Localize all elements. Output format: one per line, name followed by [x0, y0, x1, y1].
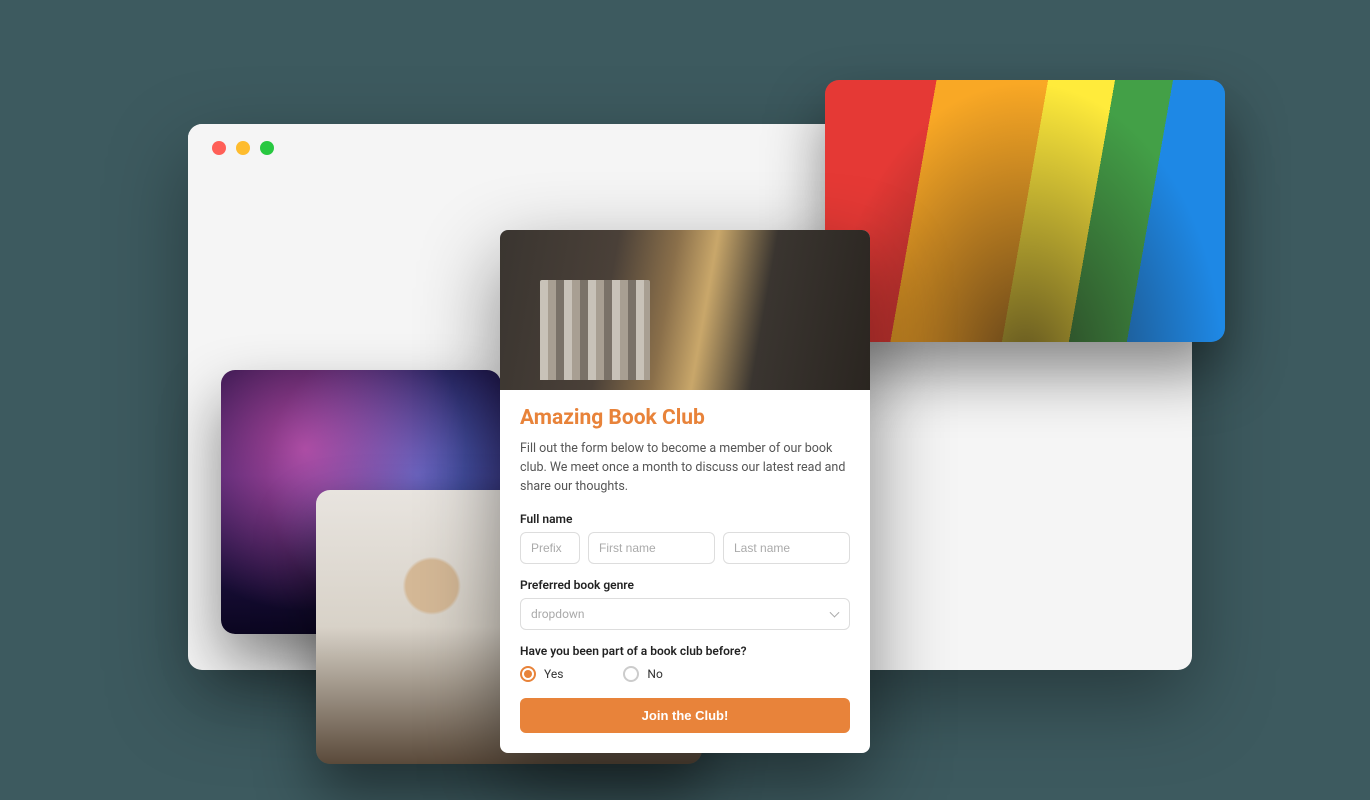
window-minimize-icon[interactable]	[236, 141, 250, 155]
window-close-icon[interactable]	[212, 141, 226, 155]
first-name-input[interactable]	[588, 532, 715, 564]
prior-club-label: Have you been part of a book club before…	[520, 644, 850, 658]
form-body: Amazing Book Club Fill out the form belo…	[500, 390, 870, 753]
fullname-label: Full name	[520, 512, 850, 526]
form-description: Fill out the form below to become a memb…	[520, 440, 850, 496]
form-title: Amazing Book Club	[520, 406, 850, 430]
genre-select-wrap: dropdown	[520, 598, 850, 630]
submit-button[interactable]: Join the Club!	[520, 698, 850, 733]
radio-no-label: No	[647, 667, 662, 681]
prefix-input[interactable]	[520, 532, 580, 564]
prior-club-radios: Yes No	[520, 666, 850, 682]
radio-no[interactable]: No	[623, 666, 662, 682]
last-name-input[interactable]	[723, 532, 850, 564]
form-hero-image	[500, 230, 870, 390]
signup-form-card: Amazing Book Club Fill out the form belo…	[500, 230, 870, 753]
window-maximize-icon[interactable]	[260, 141, 274, 155]
decorative-image-flag	[825, 80, 1225, 342]
radio-no-dot	[623, 666, 639, 682]
genre-select[interactable]: dropdown	[520, 598, 850, 630]
radio-yes[interactable]: Yes	[520, 666, 563, 682]
fullname-row	[520, 532, 850, 564]
genre-label: Preferred book genre	[520, 578, 850, 592]
radio-yes-label: Yes	[544, 667, 563, 681]
radio-yes-dot	[520, 666, 536, 682]
